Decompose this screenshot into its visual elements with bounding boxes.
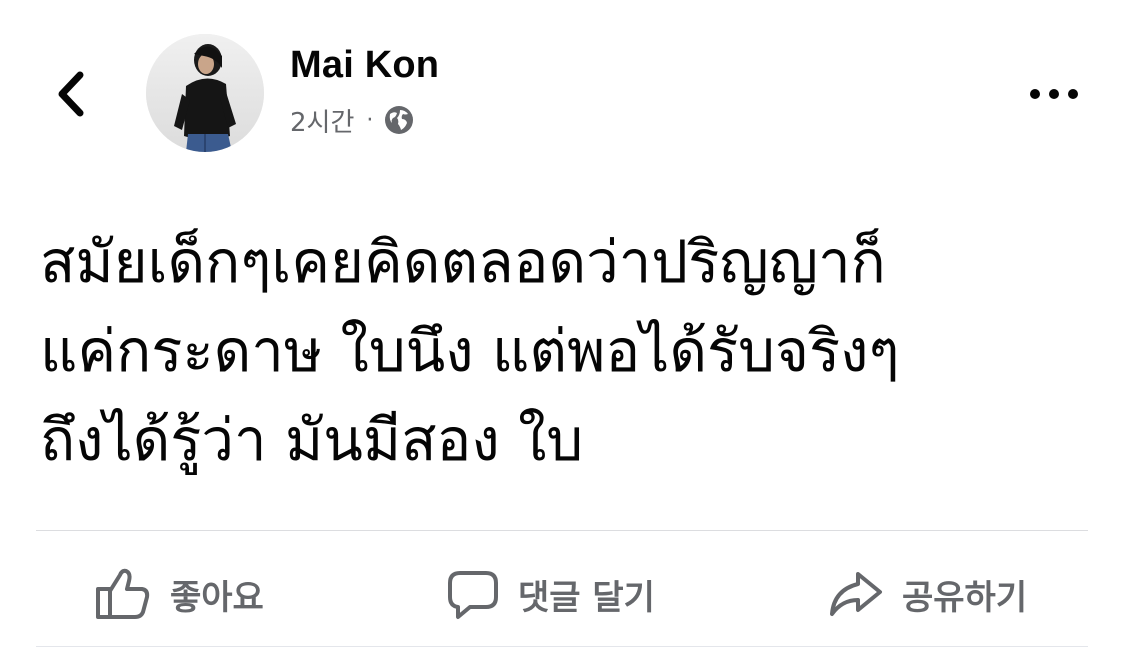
bottom-divider (36, 646, 1088, 647)
post-actions-bar: 좋아요 댓글 달기 공유하기 (36, 546, 1088, 642)
chevron-left-icon (58, 71, 84, 117)
share-button[interactable]: 공유하기 (828, 546, 1027, 642)
like-button[interactable]: 좋아요 (94, 546, 264, 642)
post-header: Mai Kon 2시간 · (0, 0, 1124, 180)
post-time[interactable]: 2시간 (290, 102, 354, 139)
more-options-button[interactable] (1020, 74, 1088, 114)
post-meta: 2시간 · (290, 100, 415, 140)
post-text-line: สมัยเด็กๆเคยคิดตลอดว่าปริญญาก็ (40, 228, 886, 296)
comment-button[interactable]: 댓글 달기 (446, 546, 655, 642)
post-text-line: ถึงได้รู้ว่า มันมีสอง ใบ (40, 406, 584, 474)
share-arrow-icon (830, 572, 882, 616)
author-name[interactable]: Mai Kon (290, 44, 439, 87)
more-horizontal-icon (1030, 89, 1078, 99)
post-text: สมัยเด็กๆเคยคิดตลอดว่าปริญญาก็ แค่กระดาษ… (40, 218, 1090, 485)
comment-icon (448, 571, 498, 619)
meta-separator: · (366, 107, 374, 133)
author-avatar[interactable] (146, 34, 264, 152)
actions-divider (36, 530, 1088, 531)
share-label: 공유하기 (902, 577, 1028, 618)
globe-icon (385, 106, 414, 134)
like-label: 좋아요 (170, 577, 264, 618)
post-text-line: แค่กระดาษ ใบนึง แต่พอได้รับจริงๆ (40, 317, 900, 385)
avatar-image (146, 34, 264, 152)
comment-label: 댓글 달기 (518, 577, 655, 618)
thumbs-up-icon (96, 568, 150, 619)
back-button[interactable] (40, 62, 100, 126)
